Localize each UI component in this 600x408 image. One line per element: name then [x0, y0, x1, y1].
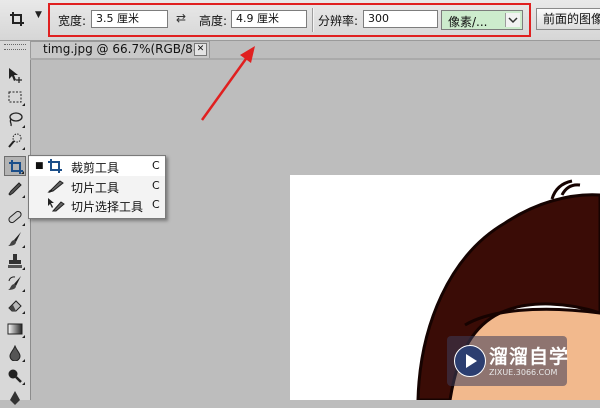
watermark-logo [454, 345, 486, 377]
crop-icon [10, 12, 24, 26]
document-tab-title: timg.jpg @ 66.7%(RGB/8#) [43, 42, 208, 56]
marquee-icon [8, 91, 22, 103]
eraser-tool[interactable] [4, 295, 26, 315]
selected-bullet: ■ [35, 161, 44, 171]
panel-grip[interactable] [4, 44, 26, 50]
crop-icon [47, 158, 65, 175]
shortcut-key: C [152, 198, 160, 211]
lasso-tool[interactable] [4, 109, 26, 129]
pen-icon [10, 391, 20, 405]
healing-brush-tool[interactable] [4, 207, 26, 227]
brush-tool[interactable] [4, 229, 26, 249]
history-brush-icon [8, 276, 21, 290]
quick-selection-tool[interactable] [4, 131, 26, 151]
move-tool[interactable] [4, 65, 26, 85]
slice-select-icon [47, 197, 65, 214]
watermark: 溜溜自学 ZIXUE.3066.COM [447, 336, 570, 386]
chevron-down-icon[interactable]: ▼ [35, 10, 42, 20]
shortcut-key: C [152, 159, 160, 172]
eyedropper-tool[interactable] [4, 179, 26, 199]
magic-wand-icon [8, 133, 22, 148]
tab-divider [30, 58, 600, 60]
watermark-brand: 溜溜自学 [489, 346, 570, 368]
dodge-tool[interactable] [4, 366, 26, 386]
crop-tool[interactable] [4, 156, 26, 176]
marquee-tool[interactable] [4, 87, 26, 107]
document-tab[interactable]: timg.jpg @ 66.7%(RGB/8#) ✕ [30, 41, 210, 58]
pen-tool[interactable] [4, 388, 26, 408]
watermark-url: ZIXUE.3066.COM [489, 368, 558, 377]
highlight-box [48, 3, 531, 37]
stamp-icon [8, 254, 22, 268]
gradient-tool[interactable] [4, 319, 26, 339]
slice-knife-icon [47, 178, 65, 195]
move-icon [9, 68, 22, 83]
menu-item-label: 切片工具 [71, 181, 120, 195]
blur-tool[interactable] [4, 343, 26, 363]
shortcut-key: C [152, 179, 160, 192]
tools-panel [0, 41, 31, 405]
eraser-icon [8, 300, 22, 312]
lasso-icon [9, 112, 23, 127]
brush-icon [8, 232, 21, 246]
menu-item-crop-tool[interactable]: ■ 裁剪工具 C [29, 157, 165, 176]
crop-tool-flyout-menu: ■ 裁剪工具 C 切片工具 C 切片选择工具 C [28, 155, 166, 219]
gradient-icon [7, 323, 23, 335]
tool-preset-picker[interactable] [6, 8, 30, 32]
dodge-icon [8, 369, 22, 383]
menu-item-slice-tool[interactable]: 切片工具 C [29, 177, 165, 196]
menu-item-label: 切片选择工具 [71, 200, 144, 214]
clone-stamp-tool[interactable] [4, 251, 26, 271]
bandage-icon [8, 210, 22, 224]
options-bar: ▼ 宽度: 3.5 厘米 ⇄ 高度: 4.9 厘米 分辨率: 300 像素/..… [0, 0, 600, 41]
menu-item-label: 裁剪工具 [71, 161, 120, 175]
history-brush-tool[interactable] [4, 273, 26, 293]
close-icon[interactable]: ✕ [194, 43, 207, 56]
drop-icon [9, 345, 21, 361]
menu-item-slice-select-tool[interactable]: 切片选择工具 C [29, 196, 165, 215]
eyedropper-icon [8, 182, 22, 196]
front-image-button[interactable]: 前面的图像 [536, 8, 600, 30]
